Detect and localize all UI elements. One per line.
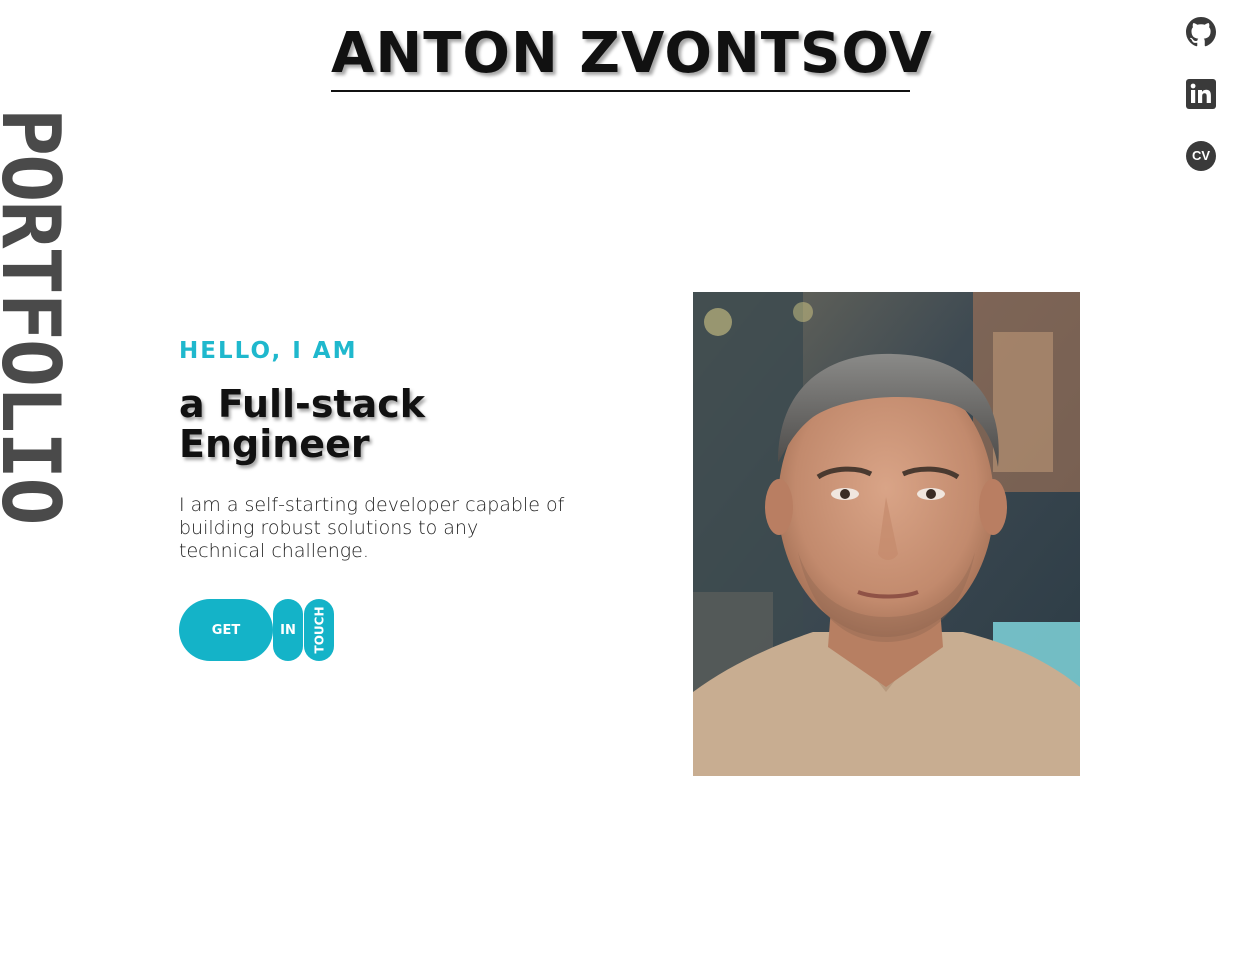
cv-link[interactable]: CV	[1185, 140, 1217, 172]
cv-icon: CV	[1186, 141, 1216, 171]
linkedin-icon	[1186, 79, 1216, 109]
linkedin-link[interactable]	[1185, 78, 1217, 110]
hero-section: HELLO, I AM a Full-stack Engineer I am a…	[179, 336, 579, 661]
tagline: I am a self-starting developer capable o…	[179, 494, 565, 562]
cta-touch-label: TOUCH	[312, 606, 327, 654]
profile-photo	[693, 292, 1080, 776]
cta-touch[interactable]: TOUCH	[304, 599, 334, 661]
role-title-line2: Engineer	[179, 422, 370, 466]
social-links: CV	[1185, 16, 1217, 202]
portfolio-vertical-label: PORTFOLIO	[0, 108, 77, 524]
cta-in[interactable]: IN	[273, 599, 303, 661]
greeting: HELLO, I AM	[179, 338, 358, 364]
cta-get[interactable]: GET	[179, 599, 273, 661]
role-title: a Full-stack Engineer	[179, 384, 579, 464]
get-in-touch-button[interactable]: GET IN TOUCH	[179, 599, 579, 661]
github-link[interactable]	[1185, 16, 1217, 48]
cv-icon-label: CV	[1191, 148, 1211, 163]
role-title-line1: a Full-stack	[179, 382, 426, 426]
site-title: ANTON ZVONTSOV	[331, 18, 932, 92]
page: ANTON ZVONTSOV PORTFOLIO CV HELLO, I AM …	[0, 0, 1237, 972]
github-icon	[1186, 17, 1216, 47]
